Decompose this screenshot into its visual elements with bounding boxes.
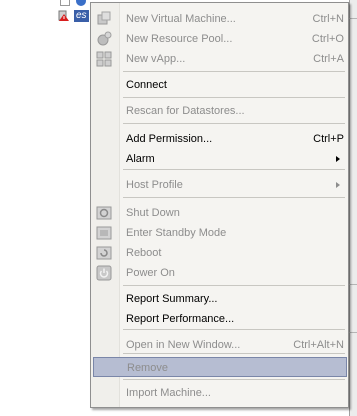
menu-item-shortcut: Ctrl+N	[312, 13, 344, 25]
menu-separator	[123, 353, 345, 354]
pane-divider	[349, 18, 357, 19]
menu-item-label: New vApp...	[126, 53, 186, 65]
menu-item-host-profile[interactable]: Host Profile	[93, 175, 347, 195]
vapp-icon	[96, 51, 112, 67]
reboot-icon	[96, 245, 112, 261]
host-icon	[76, 0, 86, 6]
selected-host-label[interactable]: es	[74, 10, 89, 22]
menu-item-report-summary[interactable]: Report Summary...	[93, 289, 347, 309]
submenu-arrow-icon	[336, 156, 340, 162]
menu-item-label: Report Performance...	[126, 313, 235, 325]
pane-divider	[349, 332, 357, 333]
menu-item-import-machine[interactable]: Import Machine...	[93, 383, 347, 403]
menu-item-label: Alarm	[126, 153, 155, 165]
menu-separator	[123, 379, 345, 380]
menu-item-new-vapp[interactable]: New vApp... Ctrl+A	[93, 49, 347, 69]
menu-item-alarm[interactable]: Alarm	[93, 149, 347, 169]
menu-separator	[123, 169, 345, 170]
menu-item-label: Host Profile	[126, 179, 183, 191]
menu-item-new-virtual-machine[interactable]: New Virtual Machine... Ctrl+N	[93, 9, 347, 29]
menu-item-label: Power On	[126, 267, 175, 279]
host-context-menu: New Virtual Machine... Ctrl+N New Resource…	[90, 2, 349, 408]
menu-item-label: Reboot	[126, 247, 162, 259]
menu-item-label: Shut Down	[126, 207, 180, 219]
menu-item-open-in-new-window[interactable]: Open in New Window... Ctrl+Alt+N	[93, 335, 347, 355]
menu-item-shortcut: Ctrl+O	[311, 33, 344, 45]
new-vm-icon	[96, 11, 112, 27]
host-error-icon	[58, 10, 69, 21]
submenu-arrow-icon	[336, 182, 340, 188]
menu-item-report-performance[interactable]: Report Performance...	[93, 309, 347, 329]
menu-item-label: New Virtual Machine...	[126, 13, 236, 25]
menu-item-enter-standby-mode[interactable]: Enter Standby Mode	[93, 223, 347, 243]
shutdown-icon	[96, 205, 112, 221]
menu-item-new-resource-pool[interactable]: New Resource Pool... Ctrl+O	[93, 29, 347, 49]
menu-item-label: Add Permission...	[126, 133, 213, 145]
menu-separator	[123, 197, 345, 198]
pane-divider	[349, 284, 357, 285]
menu-item-shut-down[interactable]: Shut Down	[93, 203, 347, 223]
menu-item-label: Report Summary...	[126, 293, 218, 305]
menu-separator	[123, 123, 345, 124]
menu-separator	[123, 71, 345, 72]
tree-expander-icon[interactable]	[60, 0, 70, 6]
menu-item-add-permission[interactable]: Add Permission... Ctrl+P	[93, 129, 347, 149]
menu-item-remove[interactable]: Remove	[93, 357, 347, 377]
menu-item-rescan-for-datastores[interactable]: Rescan for Datastores...	[93, 101, 347, 121]
menu-separator	[123, 285, 345, 286]
details-pane-edge	[349, 0, 357, 416]
menu-item-label: New Resource Pool...	[126, 33, 233, 45]
power-on-icon	[96, 265, 112, 281]
menu-item-power-on[interactable]: Power On	[93, 263, 347, 283]
resource-pool-icon	[96, 31, 112, 47]
menu-separator	[123, 97, 345, 98]
menu-separator	[123, 329, 345, 330]
inventory-tree: ... es	[0, 0, 102, 416]
menu-item-label: Rescan for Datastores...	[126, 105, 245, 117]
menu-item-label: Remove	[127, 362, 168, 374]
standby-icon	[96, 225, 112, 241]
menu-item-connect[interactable]: Connect	[93, 75, 347, 95]
menu-item-shortcut: Ctrl+P	[313, 133, 344, 145]
menu-item-label: Open in New Window...	[126, 339, 241, 351]
menu-item-reboot[interactable]: Reboot	[93, 243, 347, 263]
menu-item-label: Connect	[126, 79, 167, 91]
menu-item-label: Import Machine...	[126, 387, 211, 399]
menu-item-label: Enter Standby Mode	[126, 227, 227, 239]
menu-item-shortcut: Ctrl+A	[313, 53, 344, 65]
menu-item-shortcut: Ctrl+Alt+N	[293, 339, 344, 351]
